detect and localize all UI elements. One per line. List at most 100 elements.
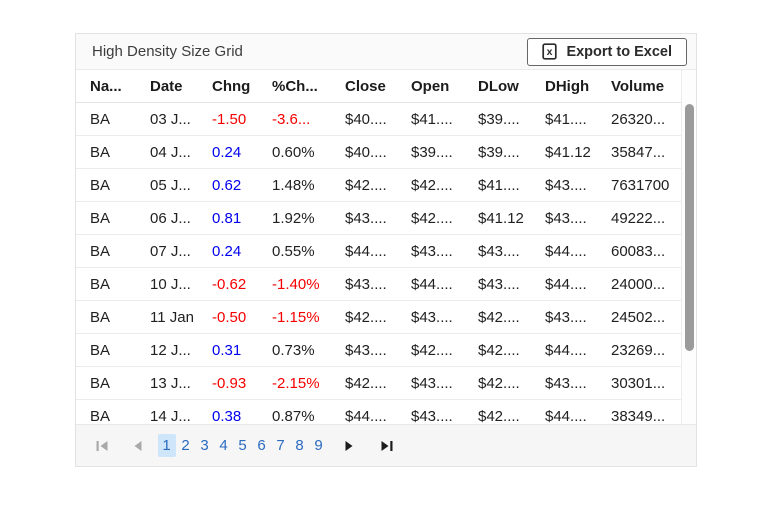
cell-chng: 0.38 [212, 407, 242, 425]
page-number-2[interactable]: 2 [177, 434, 195, 457]
table-row[interactable]: BA 11 Jan -0.50 -1.15% $42.... $43.... $42....… [76, 301, 696, 334]
cell-pct_chng: 1.48% [272, 176, 315, 194]
table-row[interactable]: BA 13 J... -0.93 -2.15% $42.... $43.... $42...… [76, 367, 696, 400]
cell-dhigh: $43.... [545, 374, 587, 392]
cell-pct_chng: -3.6... [272, 110, 311, 128]
cell-pct_chng: 0.60% [272, 143, 315, 161]
cell-dlow: $43.... [478, 242, 520, 260]
page-number-9[interactable]: 9 [310, 434, 328, 457]
cell-pct_chng: -2.15% [272, 374, 320, 392]
page-number-5[interactable]: 5 [234, 434, 252, 457]
cell-open: $41.... [411, 110, 453, 128]
cell-date: 12 J... [150, 341, 191, 359]
page-number-3[interactable]: 3 [196, 434, 214, 457]
previous-page-icon [134, 440, 142, 451]
cell-dhigh: $44.... [545, 242, 587, 260]
excel-file-icon: x [542, 43, 558, 60]
table-body: BA 03 J... -1.50 -3.6... $40.... $41.... $39..… [76, 103, 696, 424]
cell-close: $43.... [345, 275, 387, 293]
cell-close: $42.... [345, 374, 387, 392]
cell-pct_chng: -1.40% [272, 275, 320, 293]
previous-page-button[interactable] [127, 433, 149, 459]
export-to-excel-button[interactable]: x Export to Excel [527, 37, 687, 66]
cell-chng: 0.81 [212, 209, 242, 227]
cell-volume: 26320... [611, 110, 666, 128]
column-header-dhigh[interactable]: DHigh [531, 70, 597, 102]
table-row[interactable]: BA 03 J... -1.50 -3.6... $40.... $41.... $39..… [76, 103, 696, 136]
cell-dlow: $39.... [478, 143, 520, 161]
cell-open: $43.... [411, 374, 453, 392]
cell-name: BA [90, 242, 111, 260]
page-number-1[interactable]: 1 [157, 434, 176, 457]
cell-date: 05 J... [150, 176, 191, 194]
grid-title: High Density Size Grid [92, 43, 243, 60]
data-grid: Na... Date Chng %Ch... Close Open DLow DHigh Vol… [76, 70, 696, 424]
cell-date: 11 Jan [150, 308, 194, 326]
last-page-button[interactable] [376, 433, 398, 459]
page-number-6[interactable]: 6 [253, 434, 271, 457]
cell-volume: 7631700 [611, 176, 670, 194]
cell-chng: -0.93 [212, 374, 247, 392]
cell-chng: -0.62 [212, 275, 247, 293]
cell-dlow: $42.... [478, 374, 520, 392]
table-row[interactable]: BA 05 J... 0.62 1.48% $42.... $42.... $41.... $… [76, 169, 696, 202]
cell-open: $42.... [411, 341, 453, 359]
table-row[interactable]: BA 10 J... -0.62 -1.40% $43.... $44.... $43...… [76, 268, 696, 301]
cell-volume: 38349... [611, 407, 666, 425]
cell-name: BA [90, 209, 111, 227]
cell-volume: 24502... [611, 308, 666, 326]
cell-date: 03 J... [150, 110, 191, 128]
cell-chng: 0.24 [212, 143, 242, 161]
cell-dhigh: $41.... [545, 110, 587, 128]
cell-name: BA [90, 176, 111, 194]
cell-dhigh: $44.... [545, 275, 587, 293]
column-header-chng[interactable]: Chng [198, 70, 258, 102]
first-page-button[interactable] [91, 433, 113, 459]
cell-dhigh: $44.... [545, 407, 587, 425]
column-header-name[interactable]: Na... [76, 70, 136, 102]
page-number-8[interactable]: 8 [291, 434, 309, 457]
cell-close: $42.... [345, 176, 387, 194]
cell-dlow: $41.... [478, 176, 520, 194]
cell-dlow: $43.... [478, 275, 520, 293]
cell-close: $44.... [345, 407, 387, 425]
grid-widget: High Density Size Grid x Export to Excel… [75, 33, 697, 467]
table-row[interactable]: BA 07 J... 0.24 0.55% $44.... $43.... $43.... $… [76, 235, 696, 268]
cell-volume: 60083... [611, 242, 666, 260]
cell-close: $42.... [345, 308, 387, 326]
table-row[interactable]: BA 06 J... 0.81 1.92% $43.... $42.... $41.12 $4… [76, 202, 696, 235]
cell-close: $40.... [345, 110, 387, 128]
table-row[interactable]: BA 12 J... 0.31 0.73% $43.... $42.... $42.... $… [76, 334, 696, 367]
page-number-4[interactable]: 4 [215, 434, 233, 457]
cell-chng: -0.50 [212, 308, 247, 326]
column-header-open[interactable]: Open [397, 70, 464, 102]
vertical-scrollbar[interactable] [681, 70, 696, 424]
table-row[interactable]: BA 04 J... 0.24 0.60% $40.... $39.... $39.... $… [76, 136, 696, 169]
cell-date: 14 J... [150, 407, 191, 425]
cell-close: $40.... [345, 143, 387, 161]
cell-open: $43.... [411, 407, 453, 425]
column-header-dlow[interactable]: DLow [464, 70, 531, 102]
scrollbar-thumb[interactable] [685, 104, 694, 351]
column-header-date[interactable]: Date [136, 70, 198, 102]
cell-name: BA [90, 374, 111, 392]
cell-volume: 49222... [611, 209, 666, 227]
table-row[interactable]: BA 14 J... 0.38 0.87% $44.... $43.... $42.... $… [76, 400, 696, 424]
cell-open: $42.... [411, 176, 453, 194]
next-page-button[interactable] [338, 433, 360, 459]
cell-name: BA [90, 308, 111, 326]
cell-date: 04 J... [150, 143, 191, 161]
cell-volume: 24000... [611, 275, 666, 293]
cell-volume: 35847... [611, 143, 666, 161]
cell-dlow: $42.... [478, 308, 520, 326]
page-background: High Density Size Grid x Export to Excel… [0, 0, 770, 527]
cell-chng: -1.50 [212, 110, 247, 128]
cell-pct_chng: 1.92% [272, 209, 315, 227]
column-header-volume[interactable]: Volume [597, 70, 683, 102]
cell-dlow: $42.... [478, 407, 520, 425]
cell-pct_chng: 0.73% [272, 341, 315, 359]
page-number-7[interactable]: 7 [272, 434, 290, 457]
column-header-close[interactable]: Close [331, 70, 397, 102]
cell-dhigh: $44.... [545, 341, 587, 359]
column-header-pct_chng[interactable]: %Ch... [258, 70, 331, 102]
